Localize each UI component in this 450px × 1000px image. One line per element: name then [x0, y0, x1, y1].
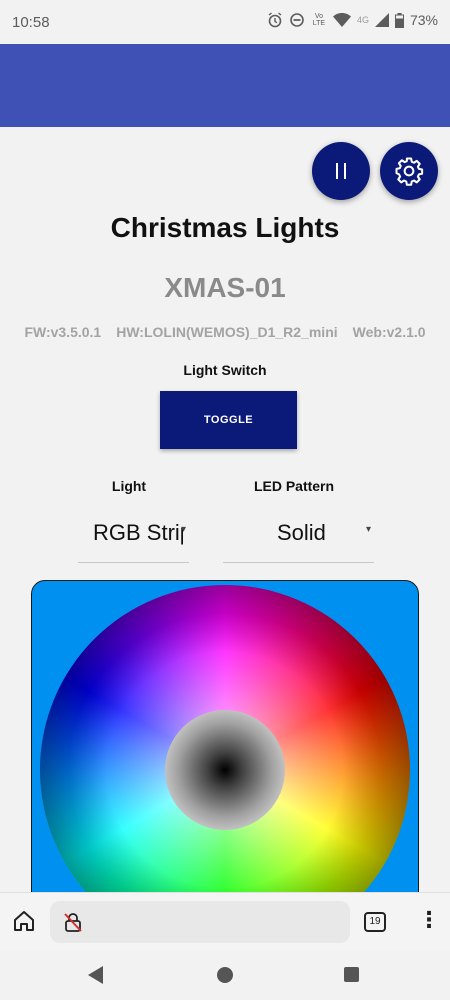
light-select-value: RGB Strip: [93, 520, 183, 545]
hardware-version: HW:LOLIN(WEMOS)_D1_R2_mini: [116, 324, 338, 340]
browser-home-button[interactable]: [12, 910, 36, 937]
chevron-down-icon: ▾: [181, 524, 187, 535]
network-type: 4G: [356, 15, 369, 25]
light-switch-label: Light Switch: [183, 362, 267, 378]
light-select-label: Light: [111, 478, 147, 494]
color-wheel-center: [165, 710, 285, 830]
battery-icon: [394, 12, 404, 28]
system-nav-bar: [0, 950, 450, 1000]
nav-home-icon[interactable]: [217, 967, 233, 983]
home-icon: [14, 911, 34, 931]
url-bar[interactable]: [50, 901, 350, 943]
light-select[interactable]: RGB Strip ▾: [78, 508, 189, 563]
dnd-icon: [290, 13, 304, 27]
pause-button[interactable]: [312, 142, 370, 200]
status-bar: 10:58 Vo LTE 4G 73%: [0, 0, 450, 44]
signal-icon: [374, 13, 389, 27]
pattern-select[interactable]: Solid ▾: [223, 508, 374, 563]
version-info: FW:v3.5.0.1 HW:LOLIN(WEMOS)_D1_R2_mini W…: [0, 324, 450, 340]
toggle-button[interactable]: TOGGLE: [160, 391, 297, 449]
pattern-select-value: Solid: [277, 520, 326, 545]
pattern-select-label: LED Pattern: [253, 478, 335, 494]
status-icons: Vo LTE 4G 73%: [267, 12, 438, 28]
color-wheel[interactable]: [40, 585, 410, 919]
gear-icon: [395, 157, 424, 186]
battery-percent: 73%: [409, 12, 438, 28]
color-picker-panel: [31, 580, 419, 920]
browser-toolbar: 19 ⋮: [0, 892, 450, 950]
status-time: 10:58: [12, 14, 50, 31]
settings-button[interactable]: [380, 142, 438, 200]
chevron-down-icon: ▾: [366, 524, 372, 535]
recents-icon[interactable]: [344, 967, 359, 982]
alarm-icon: [268, 12, 282, 28]
app-bar: [0, 44, 450, 127]
back-icon[interactable]: [88, 966, 104, 984]
pause-icon: [336, 163, 346, 179]
vertical-dots-icon[interactable]: ⋮: [418, 909, 440, 931]
insecure-lock-icon: [64, 913, 82, 932]
firmware-version: FW:v3.5.0.1: [24, 324, 102, 340]
device-name: XMAS-01: [164, 272, 286, 303]
tabs-button[interactable]: 19: [364, 912, 386, 932]
volte-icon: Vo LTE: [312, 13, 326, 27]
page-title: Christmas Lights: [110, 212, 340, 243]
wifi-icon: [332, 13, 351, 27]
web-version: Web:v2.1.0: [352, 324, 426, 340]
